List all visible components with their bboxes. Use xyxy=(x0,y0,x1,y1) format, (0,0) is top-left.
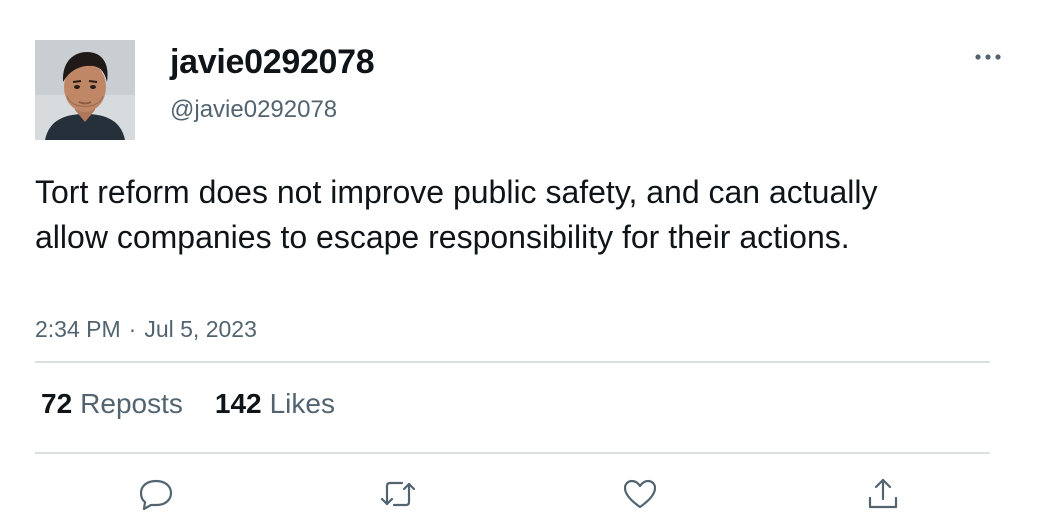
more-options-button[interactable] xyxy=(968,40,1008,74)
user-handle[interactable]: @javie0292078 xyxy=(170,96,337,124)
reposts-stat[interactable]: 72 Reposts xyxy=(41,388,183,420)
divider-top xyxy=(35,361,990,363)
reply-icon xyxy=(139,479,173,511)
tweet-timestamp[interactable]: 2:34 PM · Jul 5, 2023 xyxy=(35,316,257,343)
reposts-label: Reposts xyxy=(80,388,183,419)
divider-bottom xyxy=(35,452,990,454)
like-button[interactable] xyxy=(618,472,662,516)
engagement-stats: 72 Reposts 142 Likes xyxy=(41,388,335,420)
tweet-time: 2:34 PM xyxy=(35,316,121,342)
repost-icon xyxy=(380,481,416,507)
more-horizontal-icon xyxy=(975,54,1001,60)
heart-icon xyxy=(623,479,657,509)
avatar[interactable] xyxy=(35,40,135,140)
tweet-text: Tort reform does not improve public safe… xyxy=(35,174,878,255)
timestamp-separator: · xyxy=(128,316,137,342)
tweet-card: javie0292078 @javie0292078 Tort reform d… xyxy=(0,0,1050,525)
reposts-count: 72 xyxy=(41,388,73,419)
display-name[interactable]: javie0292078 xyxy=(170,43,375,82)
avatar-image xyxy=(35,40,135,140)
likes-label: Likes xyxy=(269,388,335,419)
tweet-date: Jul 5, 2023 xyxy=(144,316,257,342)
reply-button[interactable] xyxy=(134,472,178,516)
likes-count: 142 xyxy=(214,388,262,419)
share-icon xyxy=(868,478,898,509)
share-button[interactable] xyxy=(861,472,905,516)
repost-button[interactable] xyxy=(376,472,420,516)
likes-stat[interactable]: 142 Likes xyxy=(215,388,335,420)
